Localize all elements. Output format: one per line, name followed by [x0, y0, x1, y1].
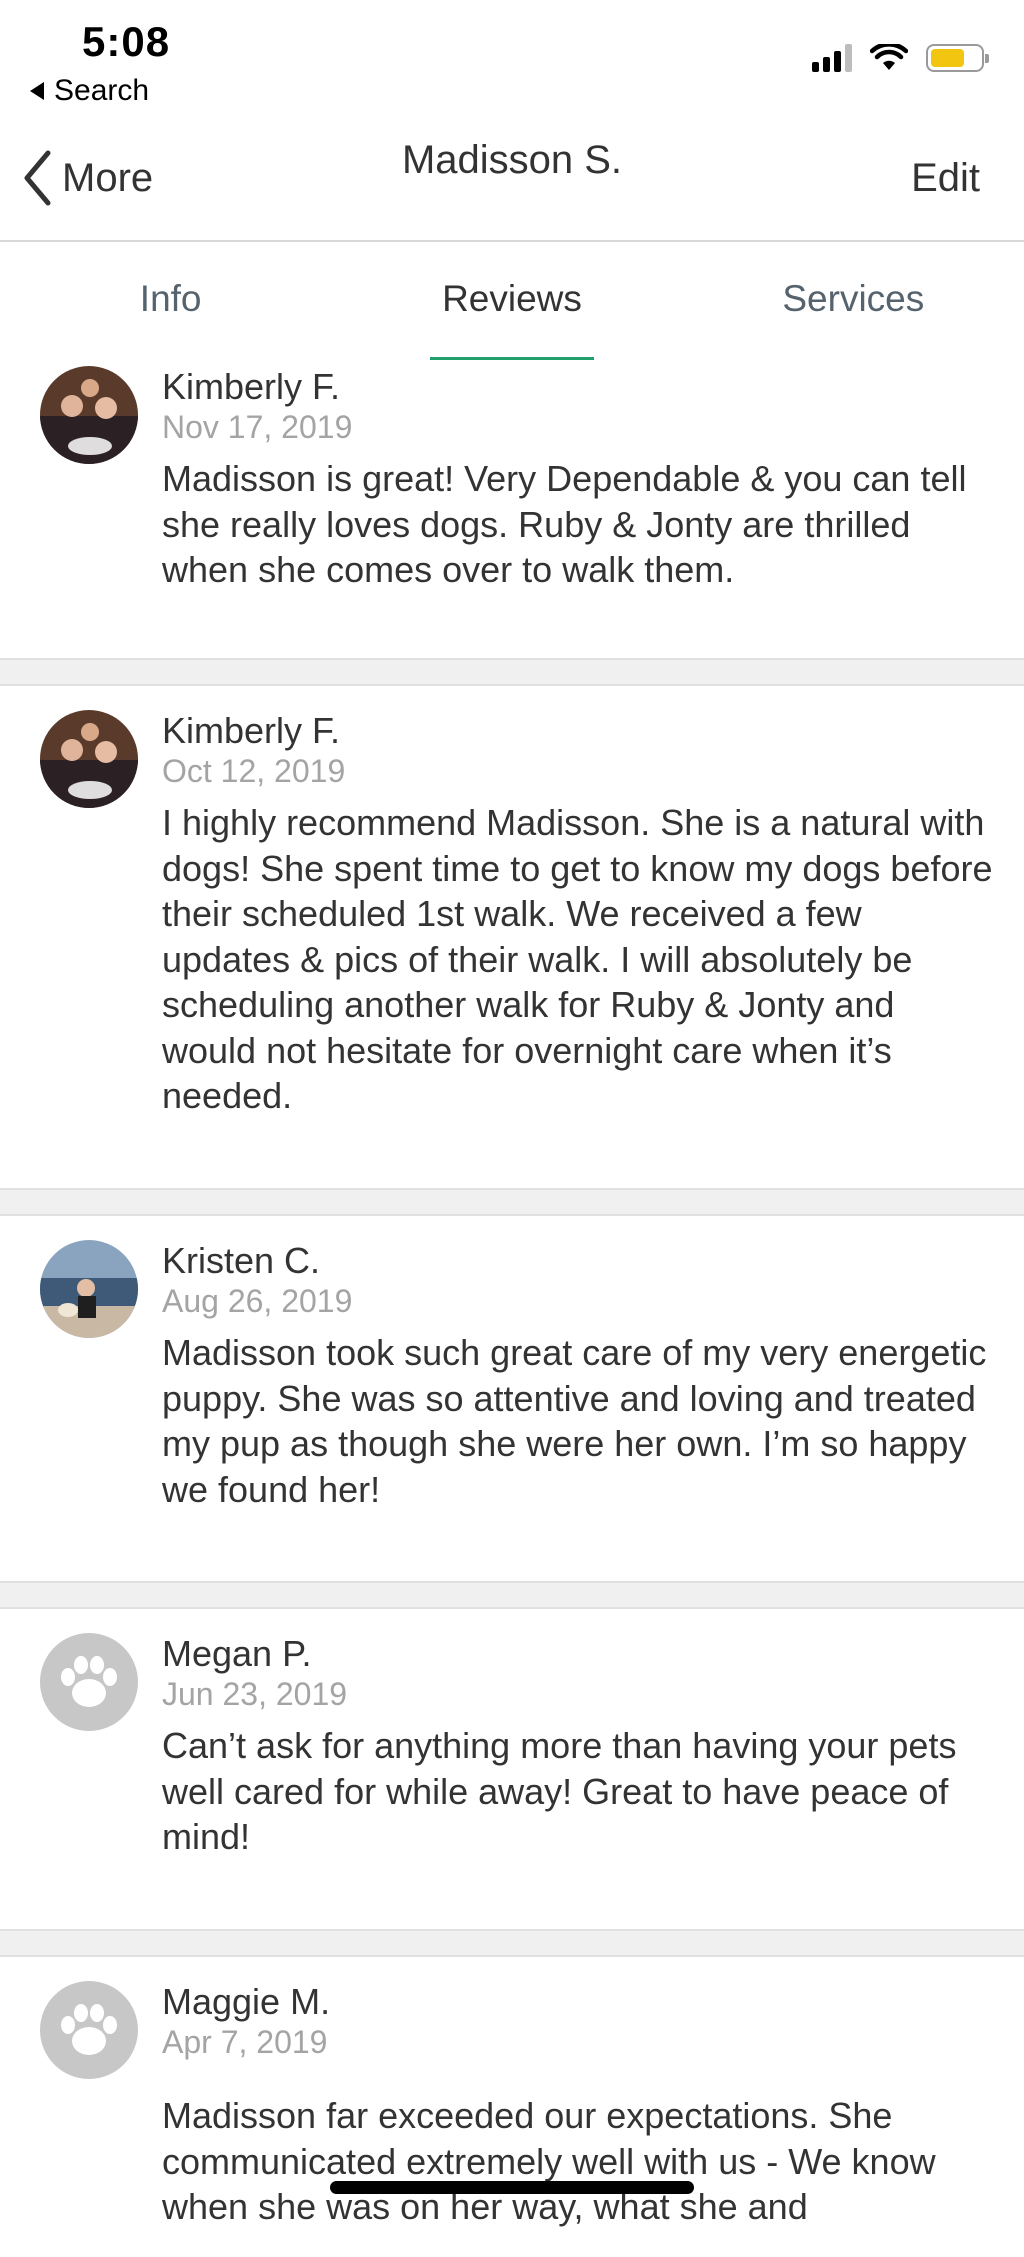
reviewer-name: Kimberly F.: [162, 366, 341, 407]
review-card: Kristen C. Aug 26, 2019 Madisson took su…: [0, 1216, 1024, 1581]
review-separator: [0, 1581, 1024, 1609]
reviewer-avatar: [40, 1240, 138, 1338]
review-separator: [0, 658, 1024, 686]
review-date: Nov 17, 2019: [162, 409, 353, 445]
reviewer-avatar: [40, 1633, 138, 1731]
paw-icon: [61, 2004, 117, 2055]
edit-button[interactable]: Edit: [911, 156, 980, 201]
review-separator: [0, 1188, 1024, 1216]
review-date: Oct 12, 2019: [162, 753, 346, 789]
navigation-bar: More Madisson S. Edit: [0, 120, 1024, 242]
tab-reviews-label: Reviews: [442, 278, 582, 319]
review-separator: [0, 1929, 1024, 1957]
reviewer-name: Megan P.: [162, 1633, 312, 1674]
wifi-icon: [870, 44, 908, 70]
status-icons: [812, 44, 989, 72]
reviews-list: Kimberly F. Nov 17, 2019 Madisson is gre…: [0, 360, 1024, 2257]
back-triangle-icon: [30, 82, 44, 100]
review-date: Apr 7, 2019: [162, 2024, 328, 2060]
review-card: Kimberly F. Oct 12, 2019 I highly recomm…: [0, 686, 1024, 1188]
reviewer-avatar: [40, 1981, 138, 2079]
battery-icon: [926, 44, 989, 72]
reviewer-avatar: [40, 710, 138, 808]
review-text: Madisson took such great care of my very…: [162, 1332, 987, 1510]
reviewer-name: Kimberly F.: [162, 710, 341, 751]
review-text: I highly recommend Madisson. She is a na…: [162, 802, 993, 1116]
review-text: Madisson is great! Very Dependable & you…: [162, 458, 967, 590]
tab-services-label: Services: [782, 278, 925, 319]
cellular-signal-icon: [812, 44, 852, 72]
status-time: 5:08: [82, 18, 171, 65]
reviewer-photo: [40, 366, 138, 464]
review-text: Can’t ask for anything more than having …: [162, 1725, 957, 1857]
review-text: Madisson far exceeded our expectations. …: [162, 2095, 936, 2227]
review-card: Kimberly F. Nov 17, 2019 Madisson is gre…: [0, 360, 1024, 658]
tab-services[interactable]: Services: [683, 242, 1024, 360]
tab-info-label: Info: [139, 278, 202, 319]
back-app-label: Search: [54, 74, 150, 107]
reviewer-name: Maggie M.: [162, 1981, 331, 2022]
review-card: Megan P. Jun 23, 2019 Can’t ask for anyt…: [0, 1609, 1024, 1929]
tab-reviews[interactable]: Reviews: [341, 242, 682, 362]
reviewer-photo: [40, 710, 138, 808]
reviewer-avatar: [40, 366, 138, 464]
review-date: Aug 26, 2019: [162, 1283, 353, 1319]
tab-bar: Info Reviews Services: [0, 242, 1024, 362]
paw-icon: [61, 1656, 117, 1707]
back-to-app-link[interactable]: Search: [30, 74, 149, 108]
home-indicator[interactable]: [330, 2181, 694, 2194]
review-date: Jun 23, 2019: [162, 1676, 348, 1712]
tab-info[interactable]: Info: [0, 242, 341, 360]
reviewer-photo: [40, 1240, 138, 1338]
status-bar: 5:08 Search: [0, 0, 1024, 120]
reviewer-name: Kristen C.: [162, 1240, 321, 1281]
page-title: Madisson S.: [401, 138, 623, 182]
review-card: Maggie M. Apr 7, 2019 Madisson far excee…: [0, 1957, 1024, 2257]
